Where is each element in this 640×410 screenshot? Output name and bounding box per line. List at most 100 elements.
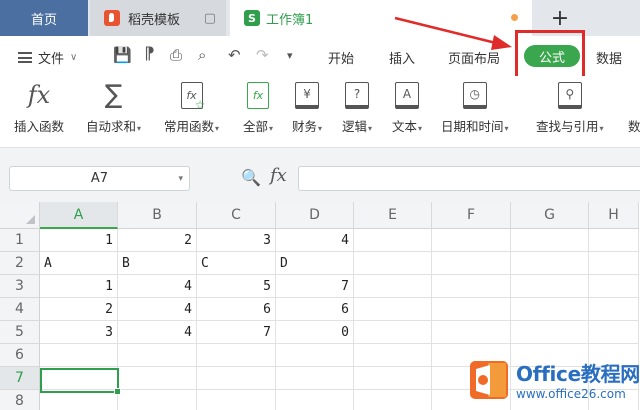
ribbon-all-functions-button[interactable]: fx 全部▾ [243,76,273,135]
cell-f3[interactable] [432,275,511,298]
fx-icon[interactable]: fx [270,165,287,186]
active-cell-selection[interactable] [40,368,121,395]
row-header-2[interactable]: 2 [0,252,40,275]
cell-c6[interactable] [197,344,276,367]
cell-g1[interactable] [511,229,589,252]
row-header-5[interactable]: 5 [0,321,40,344]
watermark-url: www.office26.com [516,387,626,401]
cell-e3[interactable] [354,275,432,298]
ribbon-text-button[interactable]: A 文本▾ [392,76,422,135]
cell-a6[interactable] [40,344,118,367]
dropdown-arrow-icon: ▾ [599,124,604,133]
row-header-7[interactable]: 7 [0,367,40,390]
cell-d1[interactable]: 4 [276,229,354,252]
finance-icon: ¥ [295,76,320,114]
cell-f2[interactable] [432,252,511,275]
cell-h3[interactable] [589,275,639,298]
row-header-3[interactable]: 3 [0,275,40,298]
name-box[interactable]: A7 ▾ [9,166,190,191]
dropdown-arrow-icon: ▾ [418,124,423,133]
cell-c8[interactable] [197,390,276,410]
chevron-down-icon[interactable]: ▾ [178,174,183,184]
common-function-icon: fx ☆ [180,76,206,114]
cell-d2[interactable]: D [276,252,354,275]
cell-a5[interactable]: 3 [40,321,118,344]
ribbon-insert-function-button[interactable]: fx 插入函数 [14,76,64,135]
cell-c4[interactable]: 6 [197,298,276,321]
cell-g2[interactable] [511,252,589,275]
cell-a3[interactable]: 1 [40,275,118,298]
cell-h5[interactable] [589,321,639,344]
row-header-6[interactable]: 6 [0,344,40,367]
cell-e4[interactable] [354,298,432,321]
row-header-4[interactable]: 4 [0,298,40,321]
cell-d6[interactable] [276,344,354,367]
column-header-b[interactable]: B [118,202,197,229]
cell-b8[interactable] [118,390,197,410]
cell-a1[interactable]: 1 [40,229,118,252]
cell-b4[interactable]: 4 [118,298,197,321]
cell-d4[interactable]: 6 [276,298,354,321]
ribbon-label: 数 [628,119,640,134]
column-header-g[interactable]: G [511,202,589,229]
cell-d5[interactable]: 0 [276,321,354,344]
cell-e2[interactable] [354,252,432,275]
cell-b1[interactable]: 2 [118,229,197,252]
dropdown-arrow-icon: ▾ [504,124,509,133]
cell-c3[interactable]: 5 [197,275,276,298]
cell-d8[interactable] [276,390,354,410]
ribbon-finance-button[interactable]: ¥ 财务▾ [292,76,322,135]
cell-a2[interactable]: A [40,252,118,275]
cell-f4[interactable] [432,298,511,321]
row-header-8[interactable]: 8 [0,390,40,410]
cell-e5[interactable] [354,321,432,344]
cell-e8[interactable] [354,390,432,410]
cell-h2[interactable] [589,252,639,275]
cell-c7[interactable] [197,367,276,390]
ribbon-common-function-button[interactable]: fx ☆ 常用函数▾ [164,76,219,135]
row-header-1[interactable]: 1 [0,229,40,252]
column-header-a[interactable]: A [40,202,118,229]
cell-e7[interactable] [354,367,432,390]
cell-g4[interactable] [511,298,589,321]
sum-icon: ∑ [104,80,123,110]
ribbon-label: 逻辑 [342,119,368,134]
cell-c2[interactable]: C [197,252,276,275]
cell-a8[interactable] [40,390,118,410]
cell-b5[interactable]: 4 [118,321,197,344]
column-header-d[interactable]: D [276,202,354,229]
office-logo-icon [468,359,510,401]
zoom-magnifier-icon[interactable]: 🔍 [241,168,261,187]
cell-a4[interactable]: 2 [40,298,118,321]
fx-icon: fx [27,81,51,109]
ribbon-logic-button[interactable]: ? 逻辑▾ [342,76,372,135]
cell-c5[interactable]: 7 [197,321,276,344]
cell-b3[interactable]: 4 [118,275,197,298]
ribbon-datetime-button[interactable]: ◷ 日期和时间▾ [441,76,509,135]
cell-f5[interactable] [432,321,511,344]
cell-c1[interactable]: 3 [197,229,276,252]
cell-d3[interactable]: 7 [276,275,354,298]
cell-h4[interactable] [589,298,639,321]
ribbon-math-button[interactable]: 数 [628,76,640,135]
cell-f1[interactable] [432,229,511,252]
column-header-h[interactable]: H [589,202,639,229]
ribbon-autosum-button[interactable]: ∑ 自动求和▾ [86,76,141,135]
formula-input[interactable] [298,166,640,191]
cell-b7[interactable] [118,367,197,390]
select-all-corner[interactable] [0,202,40,229]
cell-e6[interactable] [354,344,432,367]
lookup-icon: ⚲ [557,76,582,114]
office26-watermark: Office教程网 www.office26.com [468,358,640,401]
column-header-c[interactable]: C [197,202,276,229]
column-header-f[interactable]: F [432,202,511,229]
cell-e1[interactable] [354,229,432,252]
cell-g5[interactable] [511,321,589,344]
cell-d7[interactable] [276,367,354,390]
column-header-e[interactable]: E [354,202,432,229]
cell-h1[interactable] [589,229,639,252]
cell-b2[interactable]: B [118,252,197,275]
ribbon-lookup-button[interactable]: ⚲ 查找与引用▾ [536,76,604,135]
cell-g3[interactable] [511,275,589,298]
cell-b6[interactable] [118,344,197,367]
